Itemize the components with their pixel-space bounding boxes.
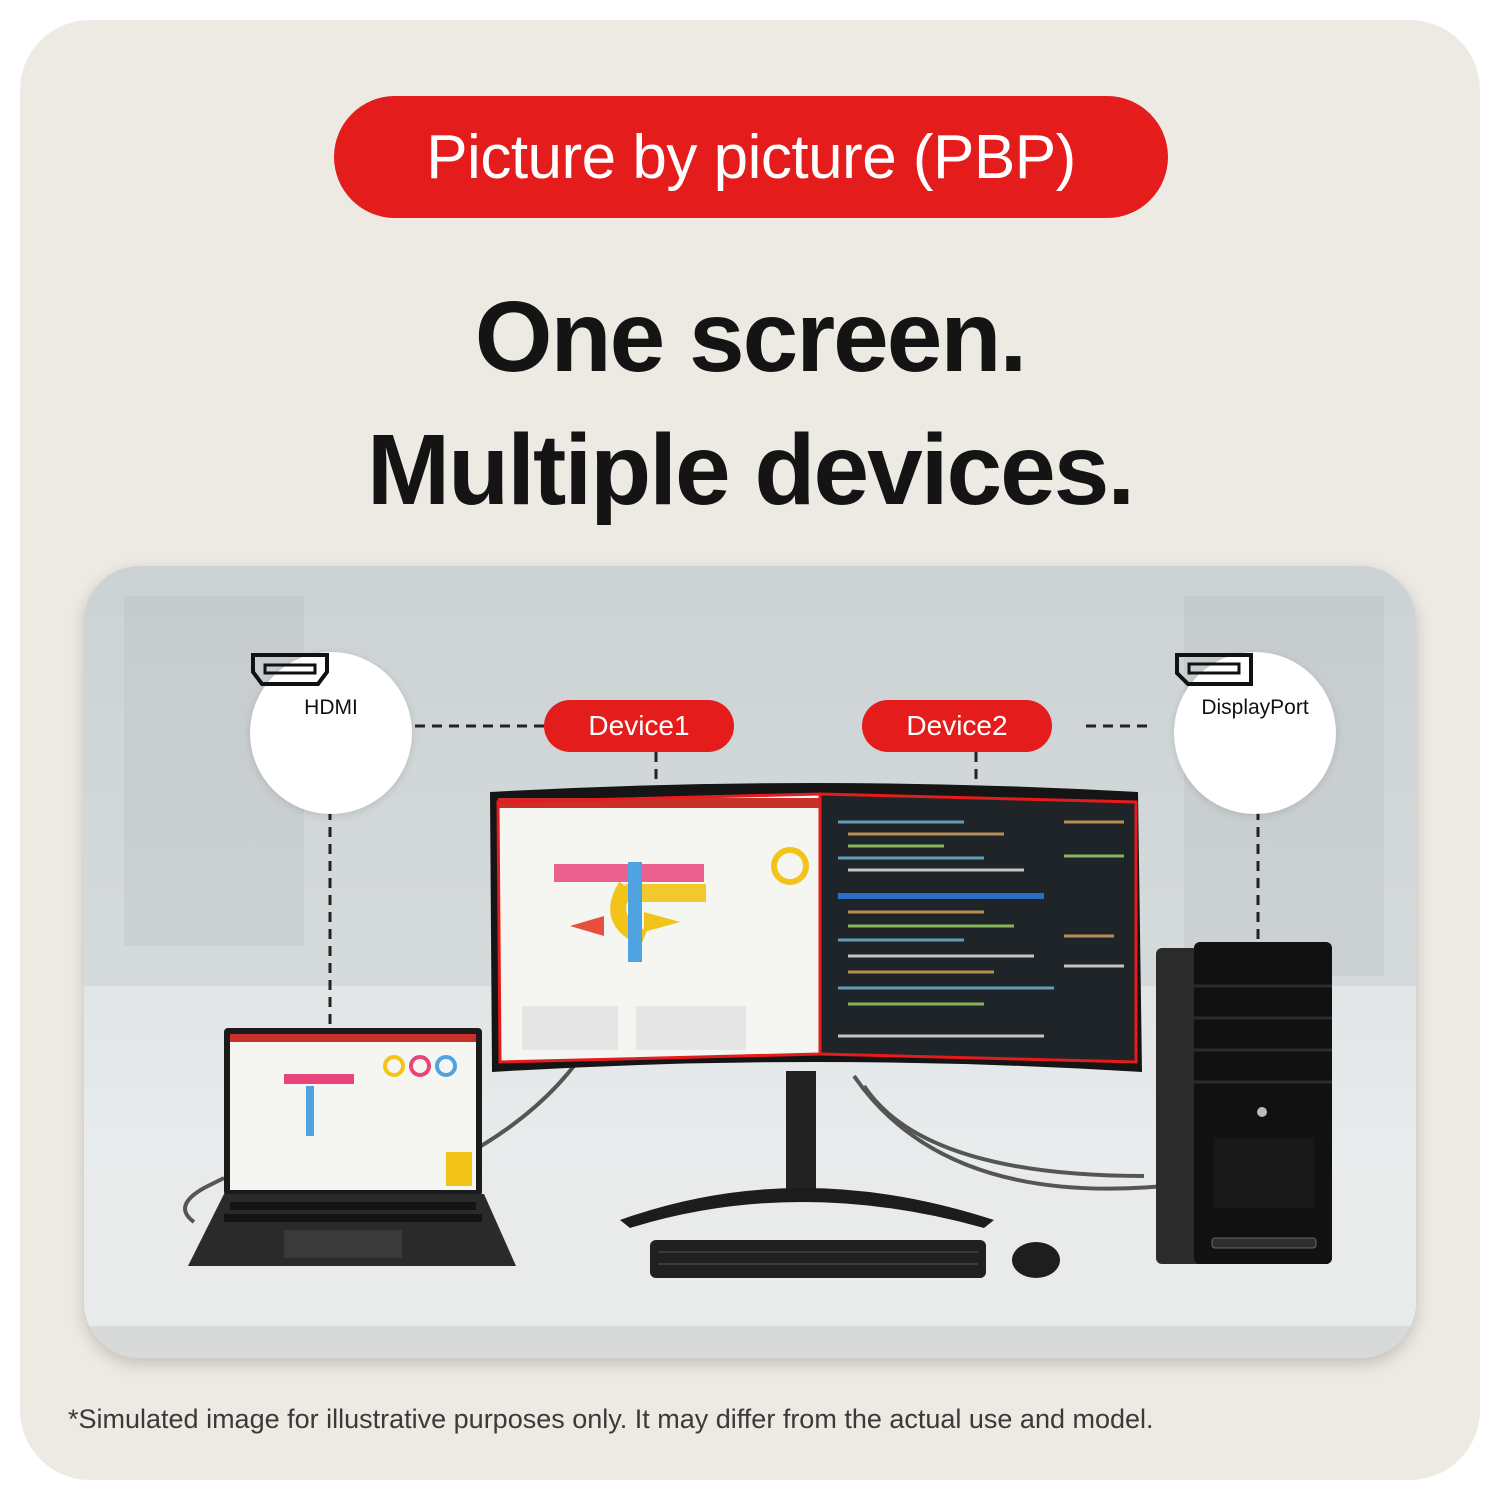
- headline-line-2: Multiple devices.: [366, 414, 1135, 526]
- desktop-tower: [1156, 942, 1332, 1264]
- mouse: [1012, 1242, 1060, 1278]
- keyboard: [650, 1240, 986, 1278]
- laptop: [188, 1028, 516, 1266]
- ultrawide-monitor: [490, 783, 1142, 1072]
- displayport-label: DisplayPort: [1201, 696, 1309, 719]
- disclaimer-text: *Simulated image for illustrative purpos…: [68, 1404, 1154, 1434]
- promo-card: Picture by picture (PBP) One screen. Mul…: [20, 20, 1480, 1480]
- feature-badge: Picture by picture (PBP): [334, 96, 1168, 218]
- device2-label: Device2: [862, 700, 1052, 752]
- hdmi-port-badge: HDMI: [250, 652, 412, 814]
- headline-line-1: One screen.: [474, 281, 1028, 393]
- product-scene: HDMI DisplayPort Device1 Device2: [84, 566, 1416, 1358]
- displayport-badge: DisplayPort: [1174, 652, 1336, 814]
- displayport-icon: [1175, 653, 1253, 686]
- hdmi-port-icon: [251, 653, 329, 686]
- device1-label: Device1: [544, 700, 734, 752]
- hdmi-port-label: HDMI: [304, 696, 358, 719]
